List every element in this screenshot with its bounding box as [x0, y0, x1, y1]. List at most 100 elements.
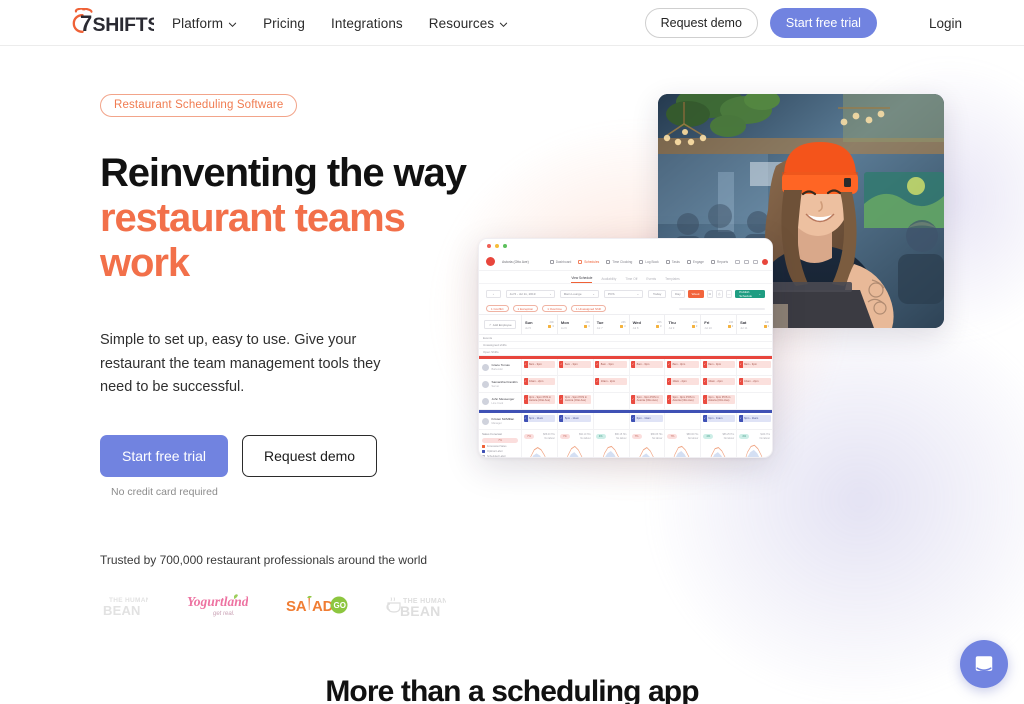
app-nav-engage[interactable]: Engage [686, 259, 704, 264]
nav-item-integrations[interactable]: Integrations [331, 16, 403, 31]
shift-block[interactable]: ✓ 6pm - 11am [738, 415, 771, 422]
copy-icon[interactable]: ⧉ [706, 289, 714, 298]
app-subnav-templates[interactable]: Templates [665, 277, 680, 283]
day-count: 3 [624, 325, 626, 328]
chat-widget-button[interactable] [960, 640, 1008, 688]
shift-cell[interactable]: ✓ 3pm - 9pm POS in Astoria (Otto Ave) [700, 393, 736, 409]
more-icon[interactable]: ⋯ [725, 289, 733, 298]
hero-request-demo-button[interactable]: Request demo [242, 434, 378, 477]
help-icon[interactable] [753, 259, 759, 264]
shift-block[interactable]: ✓ 6pm - 11am [631, 415, 663, 422]
nav-item-resources[interactable]: Resources [429, 16, 508, 31]
today-button[interactable]: Today [648, 289, 667, 298]
shift-cell[interactable] [556, 376, 593, 392]
forecast-chart [522, 443, 557, 457]
shift-block[interactable]: ✓ 3pm - 9pm POS in Astoria (Otto Ave) [559, 395, 592, 404]
app-nav-tasks[interactable]: Tasks [665, 259, 680, 264]
shift-cell[interactable]: ✓ 10am - 2pm [736, 376, 772, 392]
shift-cell[interactable]: ✓ 8am - 3pm [592, 359, 629, 375]
chip-overtime[interactable]: 1 Overtime [542, 305, 567, 312]
shift-cell[interactable]: ✓ 10am - 2pm [700, 376, 736, 392]
employee-cell[interactable]: Grace Tomas Bartender [479, 359, 521, 375]
chip-unassigned-shift[interactable]: 1 Unassigned Shift [570, 305, 607, 312]
shift-block[interactable]: ✓ 3pm - 9pm POS in Astoria (Otto Ave) [702, 395, 735, 404]
nav-item-pricing[interactable]: Pricing [263, 16, 305, 31]
employee-cell[interactable]: Samantha Franklin Server [479, 376, 521, 392]
shift-cell[interactable]: ✓ 8am - 3pm [556, 359, 593, 375]
chip-exception[interactable]: 1 Exception [512, 305, 539, 312]
shift-block[interactable]: ✓ 3pm - 9pm POS in Astoria (Otto Ave) [631, 395, 663, 404]
avatar[interactable] [762, 258, 769, 265]
hero-start-trial-button[interactable]: Start free trial [100, 434, 229, 477]
shift-cell[interactable] [592, 413, 629, 429]
department-select[interactable]: Main Lounge ⌄ [559, 289, 599, 298]
shift-block[interactable]: ✓ 8am - 3pm [595, 361, 628, 368]
shift-block[interactable]: ✓ 10am - 2pm [523, 378, 556, 385]
header-start-trial-button[interactable]: Start free trial [769, 8, 877, 38]
app-nav-time-clocking[interactable]: Time Clocking [606, 259, 632, 264]
shift-block[interactable]: ✓ 10am - 2pm [702, 378, 735, 385]
app-subnav-events[interactable]: Events [646, 277, 656, 283]
shift-cell[interactable]: ✓ 3pm - 9pm POS in Astoria (Otto Ave) [664, 393, 700, 409]
shift-cell[interactable]: ✓ 8am - 3pm [700, 359, 736, 375]
shift-cell[interactable] [592, 393, 629, 409]
shift-block[interactable]: ✓ 8am - 3pm [738, 361, 771, 368]
shift-block[interactable]: ✓ 8am - 3pm [523, 361, 556, 368]
app-nav-reports[interactable]: Reports [710, 259, 728, 264]
shift-cell[interactable]: ✓ 3pm - 9pm POS in Astoria (Otto Ave) [521, 393, 557, 409]
shift-block[interactable]: ✓ 3pm - 9pm POS in Astoria (Otto Ave) [523, 395, 556, 404]
shift-cell[interactable] [736, 393, 772, 409]
announcement-icon[interactable] [744, 259, 750, 264]
login-link[interactable]: Login [929, 16, 962, 31]
shift-cell[interactable]: ✓ 10am - 2pm [664, 376, 700, 392]
shift-block[interactable]: ✓ 6pm - 11am [559, 415, 592, 422]
view-week-toggle[interactable]: Week [687, 289, 704, 298]
role-select[interactable]: POS ⌄ [603, 289, 644, 298]
employee-cell[interactable]: John Messenger Line Cook [479, 393, 521, 409]
filter-icon[interactable] [735, 259, 741, 264]
shift-cell[interactable]: ✓ 6pm - 11am [700, 413, 736, 429]
shift-block[interactable]: ✓ 8am - 3pm [702, 361, 735, 368]
shift-cell[interactable]: ✓ 6pm - 11am [628, 413, 665, 429]
shift-cell[interactable]: ✓ 10am - 2pm [521, 376, 557, 392]
header-request-demo-button[interactable]: Request demo [644, 8, 758, 38]
app-subnav-time-off[interactable]: Time Off [625, 277, 637, 283]
prev-week-button[interactable]: ‹ [486, 289, 501, 298]
add-employee-button[interactable]: ＋ Add Employee [484, 320, 516, 329]
shift-block[interactable]: ✓ 8am - 3pm [666, 361, 699, 368]
shift-block[interactable]: ✓ 10am - 2pm [738, 378, 771, 385]
shift-block[interactable]: ✓ 10am - 2pm [595, 378, 628, 385]
shift-cell[interactable]: ✓ 6pm - 11am [736, 413, 772, 429]
date-range-picker[interactable]: Jul 5 - Jul 11, 2019 › [505, 289, 555, 298]
shift-cell[interactable]: ✓ 3pm - 9pm POS in Astoria (Otto Ave) [556, 393, 593, 409]
publish-schedule-button[interactable]: Publish Schedule ⌄ [735, 289, 765, 298]
app-nav-log-book[interactable]: Log Book [639, 259, 659, 264]
shift-block[interactable]: ✓ 3pm - 9pm POS in Astoria (Otto Ave) [666, 395, 699, 404]
shift-cell[interactable]: ✓ 8am - 3pm [628, 359, 665, 375]
nav-item-platform[interactable]: Platform [172, 16, 237, 31]
app-subnav-availability[interactable]: Availability [601, 277, 616, 283]
shift-cell[interactable]: ✓ 10am - 2pm [592, 376, 629, 392]
shift-block[interactable]: ✓ 6pm - 11am [702, 415, 735, 422]
shift-cell[interactable]: ✓ 3pm - 9pm POS in Astoria (Otto Ave) [628, 393, 665, 409]
print-icon[interactable]: ⎙ [716, 289, 723, 298]
shift-block[interactable]: ✓ 6pm - 11am [523, 415, 556, 422]
shift-cell[interactable]: ✓ 8am - 3pm [736, 359, 772, 375]
chip-conflict[interactable]: 1 Conflict [486, 305, 509, 312]
shift-cell[interactable] [628, 376, 665, 392]
site-logo[interactable]: 7 SHIFTS [70, 8, 154, 37]
app-subnav-view-schedule[interactable]: View Schedule [571, 276, 593, 283]
shift-cell[interactable] [664, 413, 700, 429]
shift-cell[interactable]: ✓ 6pm - 11am [556, 413, 593, 429]
shift-block[interactable]: ✓ 8am - 3pm [559, 361, 592, 368]
shift-block[interactable]: ✓ 10am - 2pm [666, 378, 699, 385]
shift-block[interactable]: ✓ 8am - 3pm [631, 361, 663, 368]
shift-cell[interactable]: ✓ 6pm - 11am [521, 413, 557, 429]
app-nav-dashboard[interactable]: Dashboard [549, 259, 571, 264]
shift-cell[interactable]: ✓ 8am - 3pm [664, 359, 700, 375]
view-day-toggle[interactable]: Day [671, 289, 685, 298]
shift-cell[interactable]: ✓ 8am - 3pm [521, 359, 557, 375]
employee-cell[interactable]: Kristen McMillan Manager [479, 413, 521, 429]
partner-logo-the-human-bean: THE HUMAN BEAN [100, 589, 148, 623]
app-nav-schedules[interactable]: Schedules [578, 259, 599, 264]
